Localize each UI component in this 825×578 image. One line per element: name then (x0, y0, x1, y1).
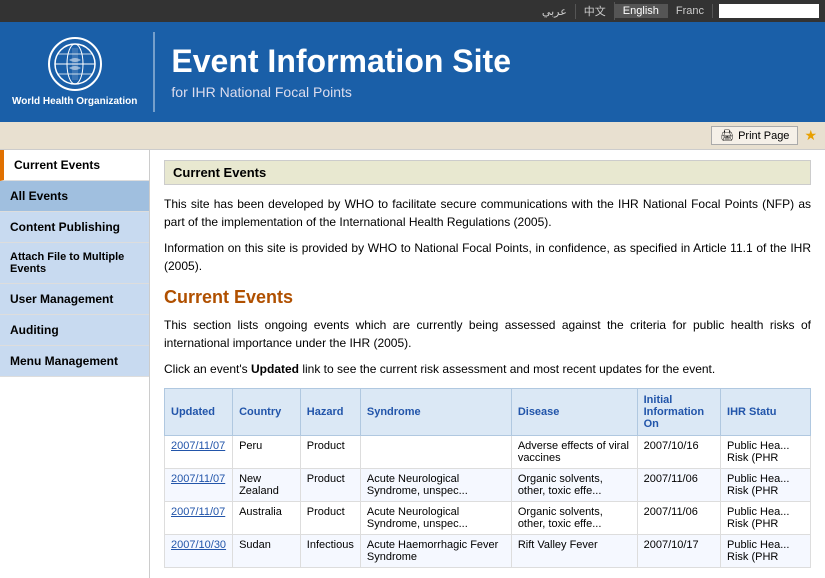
content-area: Current Events This site has been develo… (150, 150, 825, 578)
col-hazard: Hazard (300, 389, 360, 436)
cell-updated[interactable]: 2007/11/07 (165, 469, 233, 502)
sidebar-item-content-publishing[interactable]: Content Publishing (0, 212, 149, 243)
cell-disease: Organic solvents, other, toxic effe... (511, 469, 637, 502)
sidebar-item-menu-management[interactable]: Menu Management (0, 346, 149, 377)
print-label: Print Page (738, 130, 789, 142)
cell-initial-info: 2007/10/16 (637, 436, 720, 469)
cell-syndrome (360, 436, 511, 469)
cell-hazard: Product (300, 502, 360, 535)
table-row: 2007/11/07 New Zealand Product Acute Neu… (165, 469, 811, 502)
page-title: Current Events (164, 160, 811, 185)
cell-ihr-status: Public Hea... Risk (PHR (721, 469, 811, 502)
cell-country: Peru (233, 436, 301, 469)
events-table: Updated Country Hazard Syndrome Disease … (164, 388, 811, 568)
search-input[interactable] (719, 4, 819, 18)
logo-section: World Health Organization (12, 37, 137, 108)
col-syndrome: Syndrome (360, 389, 511, 436)
lang-french[interactable]: Franc (668, 4, 713, 18)
sidebar-item-attach-file[interactable]: Attach File to Multiple Events (0, 243, 149, 284)
sidebar-item-all-events[interactable]: All Events (0, 181, 149, 212)
site-title-section: Event Information Site for IHR National … (171, 44, 511, 99)
cell-updated[interactable]: 2007/10/30 (165, 535, 233, 568)
cell-country: Australia (233, 502, 301, 535)
table-row: 2007/10/30 Sudan Infectious Acute Haemor… (165, 535, 811, 568)
table-row: 2007/11/07 Australia Product Acute Neuro… (165, 502, 811, 535)
col-country: Country (233, 389, 301, 436)
site-subtitle: for IHR National Focal Points (171, 84, 511, 100)
cell-syndrome: Acute Neurological Syndrome, unspec... (360, 469, 511, 502)
printer-icon: 🖨 (720, 129, 734, 142)
star-icon[interactable]: ★ (804, 127, 817, 144)
cell-syndrome: Acute Neurological Syndrome, unspec... (360, 502, 511, 535)
cell-disease: Adverse effects of viral vaccines (511, 436, 637, 469)
print-button[interactable]: 🖨 Print Page (711, 126, 798, 145)
header-divider (153, 32, 155, 112)
cell-hazard: Product (300, 469, 360, 502)
desc-paragraph-1: This section lists ongoing events which … (164, 316, 811, 352)
sidebar-item-user-management[interactable]: User Management (0, 284, 149, 315)
lang-arabic[interactable]: عربي (534, 4, 576, 19)
cell-ihr-status: Public Hea... Risk (PHR (721, 535, 811, 568)
intro-paragraph-1: This site has been developed by WHO to f… (164, 195, 811, 231)
intro-paragraph-2: Information on this site is provided by … (164, 239, 811, 275)
language-bar: عربي 中文 English Franc (0, 0, 825, 22)
site-header: World Health Organization Event Informat… (0, 22, 825, 122)
cell-ihr-status: Public Hea... Risk (PHR (721, 436, 811, 469)
cell-hazard: Infectious (300, 535, 360, 568)
col-initial-info: InitialInformation On (637, 389, 720, 436)
table-row: 2007/11/07 Peru Product Adverse effects … (165, 436, 811, 469)
cell-initial-info: 2007/11/06 (637, 469, 720, 502)
col-disease: Disease (511, 389, 637, 436)
site-title: Event Information Site (171, 44, 511, 79)
sidebar: Current Events All Events Content Publis… (0, 150, 150, 578)
cell-syndrome: Acute Haemorrhagic Fever Syndrome (360, 535, 511, 568)
print-bar: 🖨 Print Page ★ (0, 122, 825, 150)
cell-disease: Organic solvents, other, toxic effe... (511, 502, 637, 535)
cell-hazard: Product (300, 436, 360, 469)
lang-chinese[interactable]: 中文 (576, 2, 615, 20)
section-heading: Current Events (164, 287, 811, 308)
updated-bold: Updated (251, 362, 299, 376)
col-ihr-status: IHR Statu (721, 389, 811, 436)
cell-disease: Rift Valley Fever (511, 535, 637, 568)
who-logo (48, 37, 102, 91)
sidebar-item-current-events[interactable]: Current Events (0, 150, 149, 181)
desc-paragraph-2: Click an event's Updated link to see the… (164, 360, 811, 378)
cell-ihr-status: Public Hea... Risk (PHR (721, 502, 811, 535)
cell-initial-info: 2007/10/17 (637, 535, 720, 568)
cell-updated[interactable]: 2007/11/07 (165, 502, 233, 535)
cell-updated[interactable]: 2007/11/07 (165, 436, 233, 469)
cell-country: New Zealand (233, 469, 301, 502)
cell-country: Sudan (233, 535, 301, 568)
lang-english[interactable]: English (615, 4, 668, 18)
sidebar-item-auditing[interactable]: Auditing (0, 315, 149, 346)
cell-initial-info: 2007/11/06 (637, 502, 720, 535)
main-layout: Current Events All Events Content Publis… (0, 150, 825, 578)
col-updated: Updated (165, 389, 233, 436)
who-name: World Health Organization (12, 95, 137, 108)
